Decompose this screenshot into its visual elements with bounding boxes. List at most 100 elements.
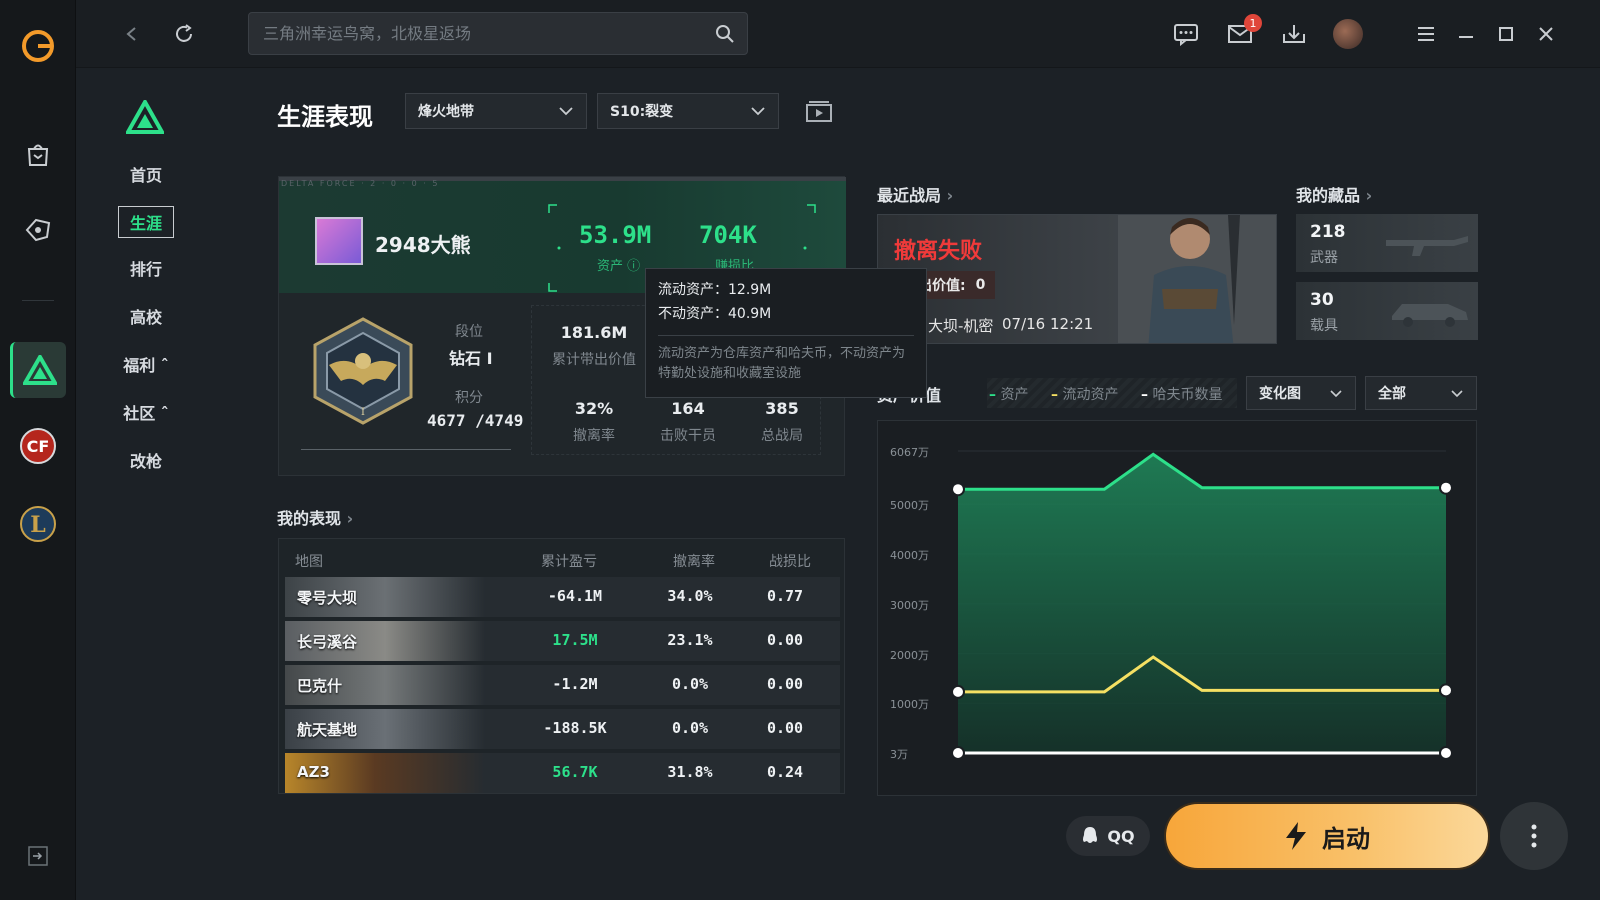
- mode-dropdown[interactable]: 烽火地带: [405, 93, 587, 129]
- tooltip-divider: [658, 335, 914, 336]
- user-avatar[interactable]: [1332, 18, 1364, 50]
- profit-cell: -1.2M: [552, 675, 598, 693]
- more-vertical-icon: [1531, 824, 1537, 848]
- crossfire-game-icon[interactable]: CF: [10, 418, 66, 474]
- page-title: 生涯表现: [277, 103, 373, 131]
- profit-cell: 56.7K: [552, 763, 598, 781]
- extract-rate-cell: 0.0%: [671, 675, 709, 693]
- assets-tooltip: 流动资产：12.9M 不动资产：40.9M 流动资产为仓库资产和哈夫币，不动资产…: [645, 268, 927, 398]
- assets-label[interactable]: 资产 ⓘ: [597, 255, 640, 274]
- app-window: CF L 1: [0, 0, 1600, 900]
- maximize-icon[interactable]: [1490, 18, 1522, 50]
- chevron-down-icon: [751, 107, 765, 116]
- subnav-item-home[interactable]: 首页: [116, 162, 176, 186]
- collapse-sidebar-icon[interactable]: [10, 828, 66, 884]
- stat-carry-out-value: 181.6M: [560, 323, 628, 342]
- map-name: 航天基地: [297, 721, 358, 739]
- data-point[interactable]: [951, 482, 965, 497]
- profit-cell: -64.1M: [547, 587, 603, 605]
- kd-cell: 0.00: [766, 631, 804, 649]
- table-row[interactable]: 零号大坝 -64.1M 34.0% 0.77: [285, 577, 840, 617]
- back-arrow-icon[interactable]: [116, 18, 148, 50]
- search-box: [248, 12, 748, 55]
- map-name: 零号大坝: [297, 589, 358, 607]
- data-point[interactable]: [951, 684, 965, 699]
- table-row[interactable]: 航天基地 -188.5K 0.0% 0.00: [285, 709, 840, 749]
- card-banner-text: DELTA FORCE · 2 · 0 · 0 · 5: [281, 179, 440, 188]
- collection-vehicles-card[interactable]: 30 载具: [1296, 282, 1478, 340]
- vehicles-label: 载具: [1310, 318, 1338, 334]
- data-point[interactable]: [951, 746, 965, 760]
- subnav-item-community[interactable]: 社区 ˆ: [116, 400, 176, 424]
- player-name: 2948大熊: [375, 233, 471, 257]
- game-tag-icon[interactable]: [10, 202, 66, 258]
- more-options-button[interactable]: [1500, 802, 1568, 870]
- chat-icon[interactable]: [1170, 18, 1202, 50]
- rank-label: 段位: [455, 324, 483, 340]
- collection-weapons-card[interactable]: 218 武器: [1296, 214, 1478, 272]
- data-point[interactable]: [1439, 746, 1453, 760]
- share-video-icon[interactable]: [805, 99, 833, 127]
- extract-rate-cell: 23.1%: [667, 631, 713, 649]
- player-avatar[interactable]: [315, 217, 363, 265]
- subnav-item-gunsmith[interactable]: 改枪: [116, 448, 176, 472]
- search-input[interactable]: [249, 13, 689, 54]
- extract-rate-cell: 34.0%: [667, 587, 713, 605]
- game-subnav: 首页 生涯 排行 高校 福利 ˆ 社区 ˆ 改枪: [76, 68, 256, 900]
- close-icon[interactable]: [1530, 18, 1562, 50]
- tooltip-note: 流动资产为仓库资产和哈夫币，不动资产为特勤处设施和收藏室设施: [658, 346, 906, 381]
- chart-range-dropdown[interactable]: 全部: [1365, 376, 1477, 410]
- qq-penguin-icon: [1083, 827, 1098, 843]
- rank-progress-track: [301, 449, 511, 450]
- chart-view-dropdown[interactable]: 变化图: [1246, 376, 1356, 410]
- table-row[interactable]: 长弓溪谷 17.5M 23.1% 0.00: [285, 621, 840, 661]
- legend-assets[interactable]: – 资产: [989, 384, 1028, 404]
- minimize-icon[interactable]: [1450, 18, 1482, 50]
- subnav-item-ranking[interactable]: 排行: [116, 256, 176, 280]
- profit-cell: 17.5M: [552, 631, 598, 649]
- menu-icon[interactable]: [1410, 18, 1442, 50]
- launcher-logo-icon[interactable]: [10, 18, 66, 74]
- delta-force-game-icon[interactable]: [10, 342, 66, 398]
- search-icon[interactable]: [715, 24, 735, 48]
- svg-text:I: I: [361, 407, 365, 418]
- operator-portrait: [1118, 215, 1276, 343]
- subnav-item-campus[interactable]: 高校: [116, 304, 176, 328]
- subnav-item-welfare[interactable]: 福利 ˆ: [116, 352, 176, 376]
- recent-battle-card[interactable]: 撤离失败 带出价值: 0 大坝-机密 07/16 12:21: [877, 214, 1277, 344]
- delta-force-logo-icon: [124, 97, 166, 138]
- league-game-icon[interactable]: L: [10, 496, 66, 552]
- qq-login-button[interactable]: QQ: [1066, 816, 1150, 856]
- legend-haf-coin[interactable]: – 哈夫币数量: [1141, 384, 1222, 404]
- performance-title[interactable]: 我的表现 ›: [277, 505, 353, 529]
- kd-cell: 0.00: [766, 675, 804, 693]
- asset-chart-panel: 3万 1000万 2000万 3000万 4000万 5000万 6067万: [877, 420, 1477, 796]
- legend-liquid-assets[interactable]: – 流动资产: [1051, 384, 1118, 404]
- refresh-icon[interactable]: [168, 18, 200, 50]
- season-dropdown[interactable]: S10:裂变: [597, 93, 779, 129]
- legend-swatch: –: [1051, 387, 1058, 403]
- collection-title[interactable]: 我的藏品 ›: [1296, 182, 1372, 206]
- rank-value: 钻石 I: [449, 349, 493, 368]
- recent-battles-title[interactable]: 最近战局 ›: [877, 182, 953, 206]
- season-dropdown-value: S10:裂变: [610, 104, 674, 120]
- map-name: 巴克什: [297, 677, 343, 695]
- table-row[interactable]: 巴克什 -1.2M 0.0% 0.00: [285, 665, 840, 705]
- rifle-icon: [1386, 236, 1468, 256]
- help-circle-icon[interactable]: ⓘ: [627, 259, 640, 274]
- store-bag-icon[interactable]: [10, 126, 66, 182]
- mode-dropdown-value: 烽火地带: [418, 104, 474, 120]
- data-point[interactable]: [1439, 480, 1453, 495]
- weapons-count: 218: [1310, 222, 1346, 242]
- table-row[interactable]: AZ3 56.7K 31.8% 0.24: [285, 753, 840, 793]
- kd-cell: 0.24: [766, 763, 804, 781]
- download-icon[interactable]: [1278, 18, 1310, 50]
- data-point[interactable]: [1439, 683, 1453, 698]
- chart-view-value: 变化图: [1259, 386, 1301, 402]
- chevron-down-icon: [559, 107, 573, 116]
- extract-rate-cell: 31.8%: [667, 763, 713, 781]
- subnav-item-career[interactable]: 生涯: [118, 206, 174, 238]
- mail-icon[interactable]: 1: [1224, 14, 1262, 50]
- start-game-button[interactable]: 启动: [1164, 802, 1490, 870]
- battle-result: 撤离失败: [894, 239, 983, 264]
